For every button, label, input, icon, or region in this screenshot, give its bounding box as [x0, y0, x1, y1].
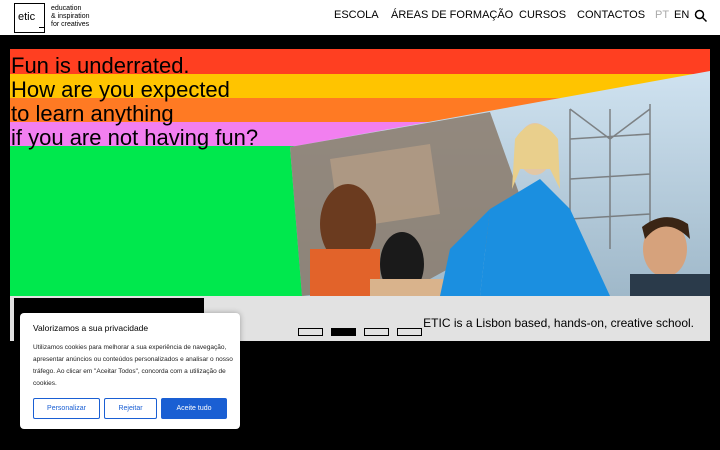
reject-button[interactable]: Rejeitar [104, 398, 157, 419]
cookie-banner: Valorizamos a sua privacidade Utilizamos… [20, 313, 240, 429]
accept-all-button[interactable]: Aceite tudo [161, 398, 227, 419]
tagline-line: & inspiration [51, 13, 90, 20]
tagline: education & inspiration for creatives [51, 5, 90, 29]
headline-line: How are you expected [11, 77, 230, 102]
carousel-dot-2[interactable] [331, 328, 356, 336]
tagline-line: education [51, 5, 82, 12]
hero-headline: Fun is underrated. How are you expected … [11, 54, 258, 150]
etic-logo[interactable]: etic [14, 3, 45, 33]
hero-carousel: Fun is underrated. How are you expected … [10, 49, 710, 341]
carousel-dot-1[interactable] [298, 328, 323, 336]
nav-areas-de-formacao[interactable]: ÁREAS DE FORMAÇÃO [391, 9, 513, 21]
logo-underscore [39, 26, 45, 28]
site-header: etic education & inspiration for creativ… [0, 0, 720, 36]
cookie-text: Utilizamos cookies para melhorar a sua e… [33, 344, 233, 387]
tagline-line: for creatives [51, 21, 90, 28]
customize-button[interactable]: Personalizar [33, 398, 100, 419]
nav-escola[interactable]: ESCOLA [334, 9, 379, 21]
lang-en[interactable]: EN [674, 9, 689, 21]
nav-cursos[interactable]: CURSOS [519, 9, 566, 21]
logo-text: etic [18, 11, 36, 23]
cookie-title: Valorizamos a sua privacidade [33, 323, 149, 333]
nav-contactos[interactable]: CONTACTOS [577, 9, 645, 21]
hero-caption: ETIC is a Lisbon based, hands-on, creati… [423, 316, 694, 330]
carousel-dot-4[interactable] [397, 328, 422, 336]
headline-line: to learn anything [11, 101, 174, 126]
carousel-dot-3[interactable] [364, 328, 389, 336]
headline-line: if you are not having fun? [11, 125, 259, 150]
search-icon[interactable] [694, 9, 708, 23]
headline-line: Fun is underrated. [11, 53, 190, 78]
lang-pt[interactable]: PT [655, 9, 669, 21]
